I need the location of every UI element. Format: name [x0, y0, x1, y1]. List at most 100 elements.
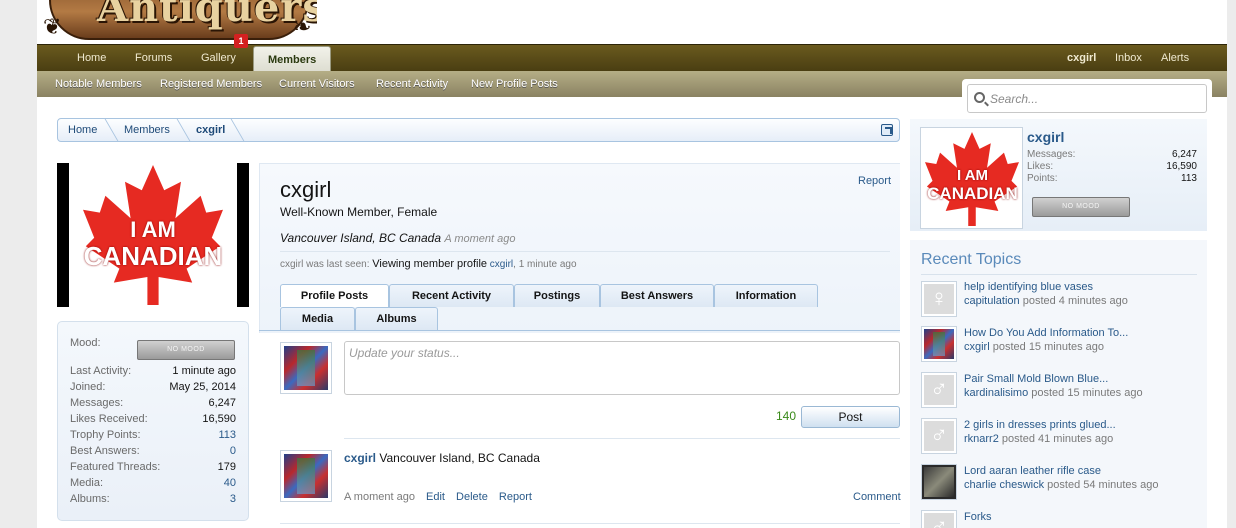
breadcrumb-members[interactable]: Members	[124, 119, 170, 141]
sidebar-avatar[interactable]: I AM CANADIAN	[920, 127, 1023, 229]
post-report-link[interactable]: Report	[499, 491, 532, 503]
nav-tab-members[interactable]: Members	[253, 46, 332, 73]
male-icon[interactable]: ♂	[921, 510, 957, 528]
profile-location: Vancouver Island, BC Canada A moment ago	[280, 231, 515, 245]
subnav-notable-members[interactable]: Notable Members	[55, 71, 142, 97]
tab-postings[interactable]: Postings	[514, 284, 600, 307]
stat-value: 1 minute ago	[172, 365, 236, 377]
albums-link[interactable]: 3	[230, 491, 236, 507]
topic-time: posted 15 minutes ago	[992, 341, 1105, 353]
character-counter: 140	[776, 409, 797, 423]
sidebar-mood-button[interactable]: NO MOOD	[1032, 197, 1130, 217]
search-icon	[974, 92, 985, 103]
divider	[280, 251, 890, 252]
stat-label: Best Answers:	[70, 445, 140, 457]
female-icon[interactable]: ♀	[921, 281, 957, 317]
stat-label: Joined:	[70, 381, 106, 393]
post-button[interactable]: Post	[801, 406, 900, 428]
nav-user-link[interactable]: cxgirl	[1067, 45, 1096, 72]
subnav-current-visitors[interactable]: Current Visitors	[279, 71, 355, 97]
tab-baseline	[259, 330, 900, 331]
trophy-points-link[interactable]: 113	[218, 427, 236, 443]
stat-row-likes: Likes Received: 16,590	[70, 411, 236, 427]
stat-row-messages: Messages: 6,247	[70, 395, 236, 411]
location-text: Vancouver Island, BC Canada	[280, 231, 441, 245]
sidebar-stat-points: Points: 113	[1027, 173, 1197, 185]
search-input[interactable]: Search...	[967, 84, 1207, 113]
tab-media[interactable]: Media	[280, 307, 355, 330]
post-edit-link[interactable]: Edit	[426, 491, 445, 503]
post-comment-link[interactable]: Comment	[853, 491, 901, 503]
profile-avatar[interactable]: I AM CANADIAN	[57, 163, 249, 307]
sidebar-username[interactable]: cxgirl	[1027, 129, 1064, 145]
avatar-thumbnail	[924, 467, 954, 497]
topic-time: posted 54 minutes ago	[1047, 479, 1159, 491]
best-answers-link[interactable]: 0	[230, 443, 236, 459]
status-avatar[interactable]	[280, 342, 332, 394]
user-avatar[interactable]	[921, 326, 957, 362]
nav-alerts-link[interactable]: Alerts	[1161, 45, 1189, 72]
topic-user-link[interactable]: kardinalisimo	[964, 387, 1028, 399]
user-avatar[interactable]	[921, 464, 957, 500]
male-icon[interactable]: ♂	[921, 372, 957, 408]
tab-recent-activity[interactable]: Recent Activity	[389, 284, 514, 307]
stat-row-albums: Albums: 3	[70, 491, 236, 507]
topic-meta: rknarr2 posted 41 minutes ago	[964, 433, 1113, 445]
stat-row-joined: Joined: May 25, 2014	[70, 379, 236, 395]
stat-row-featured-threads: Featured Threads: 179	[70, 459, 236, 475]
nav-tab-home[interactable]: Home	[77, 45, 106, 72]
gender-glyph: ♂	[924, 375, 954, 405]
nav-inbox-link[interactable]: Inbox	[1115, 45, 1142, 72]
tab-profile-posts[interactable]: Profile Posts	[280, 284, 389, 307]
divider	[921, 274, 1197, 275]
member-stats-panel: Mood: NO MOOD Last Activity: 1 minute ago…	[57, 321, 249, 521]
nav-tab-forums[interactable]: Forums	[135, 45, 172, 72]
topic-title-link[interactable]: How Do You Add Information To...	[964, 327, 1128, 339]
topic-user-link[interactable]: rknarr2	[964, 433, 999, 445]
stat-label: Albums:	[70, 493, 110, 505]
topic-meta: charlie cheswick posted 54 minutes ago	[964, 479, 1158, 491]
recent-topics-heading: Recent Topics	[921, 251, 1022, 268]
breadcrumb-jump-icon[interactable]	[881, 124, 893, 136]
last-seen-prefix: cxgirl was last seen:	[280, 259, 370, 270]
tab-best-answers[interactable]: Best Answers	[600, 284, 714, 307]
avatar-image: I AM CANADIAN	[69, 163, 237, 307]
stat-row-trophy-points: Trophy Points: 113	[70, 427, 236, 443]
stat-value: 113	[1181, 173, 1197, 184]
avatar-text-line2: CANADIAN	[83, 241, 223, 271]
stat-label: Likes Received:	[70, 413, 148, 425]
subnav-new-profile-posts[interactable]: New Profile Posts	[471, 71, 558, 97]
topic-user-link[interactable]: cxgirl	[964, 341, 990, 353]
topic-title-link[interactable]: help identifying blue vases	[964, 281, 1093, 293]
topic-title-link[interactable]: Pair Small Mold Blown Blue...	[964, 373, 1108, 385]
stat-label: Points:	[1027, 173, 1058, 184]
avatar-thumbnail	[924, 329, 954, 359]
tab-albums[interactable]: Albums	[355, 307, 438, 330]
media-link[interactable]: 40	[224, 475, 236, 491]
mood-button[interactable]: NO MOOD	[137, 340, 235, 360]
post-author-avatar[interactable]	[280, 450, 332, 502]
last-seen-link[interactable]: cxgirl	[490, 259, 513, 270]
subnav-recent-activity[interactable]: Recent Activity	[376, 71, 448, 97]
topic-user-link[interactable]: charlie cheswick	[964, 479, 1044, 491]
gender-glyph: ♀	[924, 284, 954, 314]
tab-information[interactable]: Information	[714, 284, 818, 307]
avatar-thumbnail	[284, 454, 328, 498]
topic-title-link[interactable]: Forks	[964, 511, 992, 523]
avatar-text-line1: I AM	[130, 217, 176, 242]
status-update-input[interactable]: Update your status...	[344, 341, 900, 395]
topic-title-link[interactable]: 2 girls in dresses prints glued...	[964, 419, 1116, 431]
subnav-registered-members[interactable]: Registered Members	[160, 71, 262, 97]
report-profile-link[interactable]: Report	[858, 175, 891, 187]
site-logo[interactable]: ❦ Antiquers ❧	[37, 0, 317, 44]
post-author-link[interactable]: cxgirl	[344, 451, 376, 465]
stat-value: May 25, 2014	[169, 381, 236, 393]
post-delete-link[interactable]: Delete	[456, 491, 488, 503]
search-container: Search...	[962, 79, 1212, 119]
nav-tab-gallery[interactable]: Gallery	[201, 45, 236, 72]
topic-user-link[interactable]: capitulation	[964, 295, 1020, 307]
male-icon[interactable]: ♂	[921, 418, 957, 454]
stat-value: 179	[217, 461, 236, 473]
topic-title-link[interactable]: Lord aaran leather rifle case	[964, 465, 1101, 477]
stat-row-media: Media: 40	[70, 475, 236, 491]
